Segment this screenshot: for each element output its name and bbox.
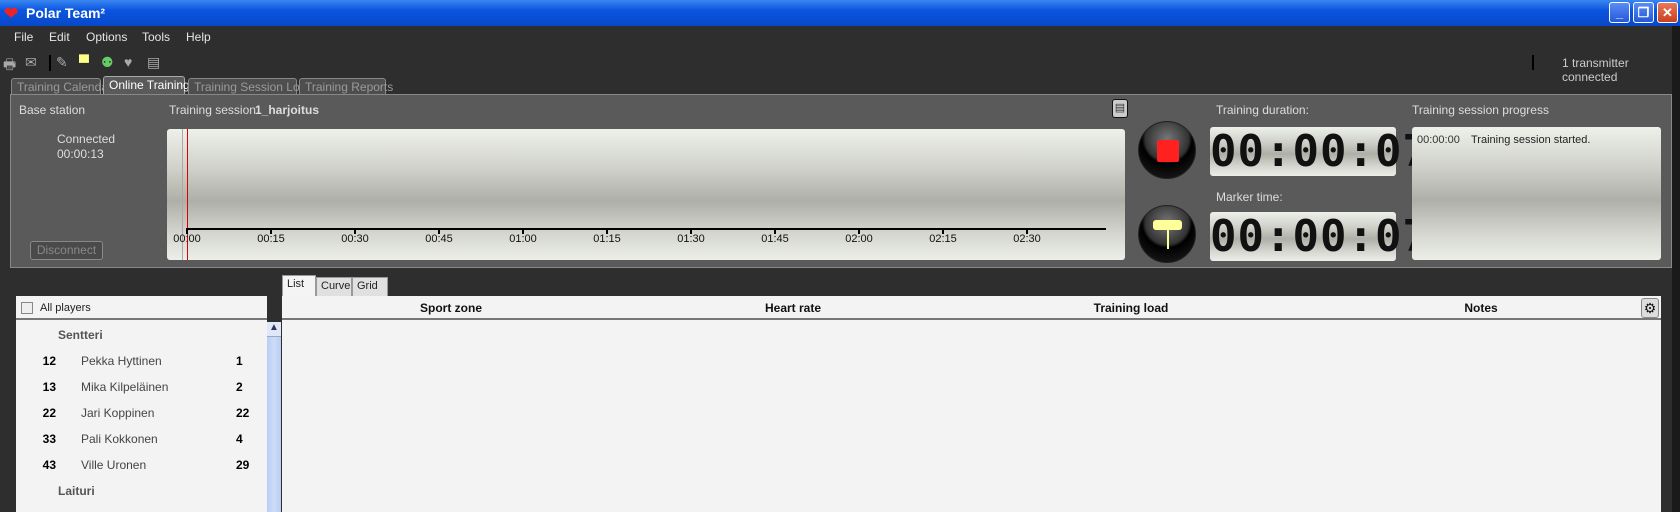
player-list-header: All players bbox=[16, 296, 267, 320]
timeline-tick-label: 00:15 bbox=[257, 233, 285, 245]
marker-time-display: 00:00:07 bbox=[1210, 211, 1430, 262]
player-id: 2 bbox=[236, 380, 243, 394]
menu-file[interactable]: File bbox=[14, 30, 33, 44]
column-heart-rate[interactable]: Heart rate bbox=[765, 301, 821, 315]
timeline-tick-label: 01:15 bbox=[593, 233, 621, 245]
timeline-tick-label: 02:15 bbox=[929, 233, 957, 245]
timeline-tick-label: 01:30 bbox=[677, 233, 705, 245]
timeline-axis bbox=[186, 228, 1106, 230]
marker-icon[interactable]: ▀ bbox=[79, 54, 89, 70]
base-station-time: 00:00:13 bbox=[57, 147, 104, 161]
training-session-name: 1_harjoitus bbox=[255, 103, 320, 117]
disconnect-button[interactable]: Disconnect bbox=[30, 241, 103, 260]
player-number: 13 bbox=[42, 380, 56, 394]
timeline-tick-label: 00:45 bbox=[425, 233, 453, 245]
player-name: Pali Kokkonen bbox=[81, 432, 158, 446]
toolbar-divider bbox=[49, 55, 51, 71]
window-scrollbar[interactable] bbox=[1672, 26, 1680, 512]
player-group[interactable]: Sentteri bbox=[58, 328, 103, 342]
minimize-button[interactable]: _ bbox=[1609, 2, 1630, 23]
player-data-list: Sport zone Heart rate Training load Note… bbox=[282, 296, 1661, 512]
log-text: Training session started. bbox=[1471, 134, 1591, 146]
marker-pole bbox=[1167, 229, 1169, 249]
tab-list[interactable]: List bbox=[282, 275, 316, 296]
stop-button[interactable] bbox=[1138, 121, 1196, 179]
scroll-up-icon[interactable]: ▲ bbox=[267, 322, 281, 337]
status-divider bbox=[1532, 55, 1534, 70]
player-id: 29 bbox=[236, 458, 250, 472]
player-id: 22 bbox=[236, 406, 250, 420]
gear-icon[interactable]: ⚙ bbox=[1641, 298, 1659, 318]
polar-heart-logo-icon: ❤ bbox=[4, 4, 19, 23]
restore-button[interactable]: ❐ bbox=[1633, 2, 1654, 23]
timeline-tick-label: 02:00 bbox=[845, 233, 873, 245]
marker-time-label: Marker time: bbox=[1216, 190, 1283, 204]
base-station-status: Connected bbox=[57, 132, 116, 146]
progress-log: 00:00:00 Training session started. bbox=[1412, 127, 1661, 260]
tab-curve[interactable]: Curve bbox=[316, 277, 352, 296]
tab-grid[interactable]: Grid bbox=[352, 277, 388, 296]
menu-options[interactable]: Options bbox=[86, 30, 127, 44]
timeline-tick-label: 02:30 bbox=[1013, 233, 1041, 245]
menu-edit[interactable]: Edit bbox=[49, 30, 70, 44]
training-duration-label: Training duration: bbox=[1216, 103, 1309, 117]
player-name: Mika Kilpeläinen bbox=[81, 380, 169, 394]
tab-training-reports[interactable]: Training Reports bbox=[299, 78, 393, 95]
tab-training-calendar[interactable]: Training Calendar bbox=[11, 78, 112, 95]
player-row[interactable]: 43 Ville Uronen 29 bbox=[16, 458, 267, 476]
base-station-label: Base station bbox=[19, 103, 86, 117]
mail-icon[interactable]: ✉ bbox=[25, 54, 37, 71]
player-list-panel: All players Sentteri 12 Pekka Hyttinen 1 13 M… bbox=[16, 296, 267, 512]
player-number: 22 bbox=[42, 406, 56, 420]
list-header: Sport zone Heart rate Training load Note… bbox=[282, 296, 1661, 320]
player-list-scrollbar[interactable]: ▲ bbox=[267, 322, 281, 512]
stop-icon bbox=[1157, 140, 1179, 162]
close-button[interactable]: ✕ bbox=[1657, 2, 1678, 23]
title-bar: ❤ Polar Team² _ ❐ ✕ bbox=[0, 0, 1680, 26]
pen-icon[interactable]: ✎ bbox=[56, 54, 68, 71]
timeline-tick-label: 01:00 bbox=[509, 233, 537, 245]
timeline-tick-label: 00:30 bbox=[341, 233, 369, 245]
training-session-label: Training session bbox=[169, 103, 256, 117]
log-time: 00:00:00 bbox=[1417, 134, 1460, 146]
column-notes[interactable]: Notes bbox=[1464, 301, 1497, 315]
player-name: Ville Uronen bbox=[81, 458, 147, 472]
player-row[interactable]: 22 Jari Koppinen 22 bbox=[16, 406, 267, 424]
player-group[interactable]: Laituri bbox=[58, 484, 95, 498]
player-row[interactable]: 13 Mika Kilpeläinen 2 bbox=[16, 380, 267, 398]
team-icon[interactable]: ⚉ bbox=[101, 54, 114, 71]
player-number: 33 bbox=[42, 432, 56, 446]
menu-help[interactable]: Help bbox=[186, 30, 211, 44]
transmitter-status: 1 transmitter connected bbox=[1562, 56, 1629, 84]
tab-training-session-log[interactable]: Training Session Log bbox=[188, 78, 306, 95]
document-icon[interactable]: ▤ bbox=[1112, 99, 1128, 118]
menu-tools[interactable]: Tools bbox=[142, 30, 170, 44]
printer-icon[interactable]: 🖶 bbox=[3, 54, 16, 78]
player-number: 12 bbox=[42, 354, 56, 368]
timeline-tick-label: 00:00 bbox=[173, 233, 201, 245]
window-title: Polar Team² bbox=[26, 5, 106, 21]
player-id: 1 bbox=[236, 354, 243, 368]
marker-button[interactable] bbox=[1138, 205, 1196, 263]
all-players-label: All players bbox=[40, 302, 91, 314]
player-number: 43 bbox=[42, 458, 56, 472]
all-players-checkbox[interactable] bbox=[21, 302, 33, 314]
timeline-tick-label: 01:45 bbox=[761, 233, 789, 245]
column-sport-zone[interactable]: Sport zone bbox=[420, 301, 482, 315]
column-training-load[interactable]: Training load bbox=[1094, 301, 1169, 315]
player-row[interactable]: 12 Pekka Hyttinen 1 bbox=[16, 354, 267, 372]
heart-icon[interactable]: ♥ bbox=[124, 54, 132, 70]
player-name: Pekka Hyttinen bbox=[81, 354, 162, 368]
player-id: 4 bbox=[236, 432, 243, 446]
export-icon[interactable]: ▤ bbox=[147, 54, 160, 71]
player-row[interactable]: 33 Pali Kokkonen 4 bbox=[16, 432, 267, 450]
progress-label: Training session progress bbox=[1412, 103, 1549, 117]
tab-online-training[interactable]: Online Training bbox=[103, 76, 190, 95]
player-name: Jari Koppinen bbox=[81, 406, 155, 420]
training-timeline bbox=[167, 129, 1125, 260]
training-duration-display: 00:00:07 bbox=[1210, 126, 1430, 177]
